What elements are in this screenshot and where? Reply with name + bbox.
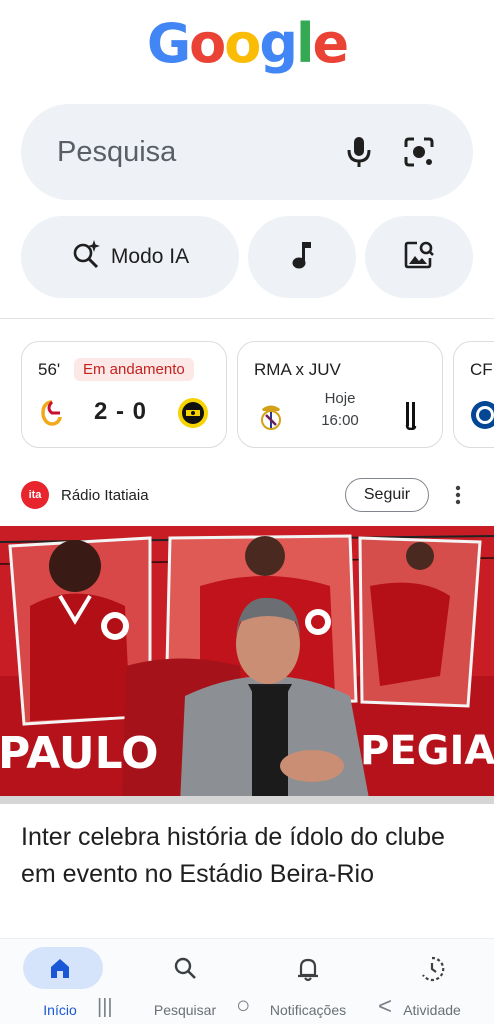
song-search-button[interactable] xyxy=(248,216,356,298)
score-card-partial[interactable]: CF xyxy=(453,341,494,448)
activity-icon xyxy=(372,956,492,982)
match-time: 16:00 xyxy=(321,412,359,429)
live-status-badge: Em andamento xyxy=(74,358,194,381)
nav-label: Pesquisar xyxy=(153,1002,217,1018)
match-title: CF xyxy=(470,360,493,379)
image-search-button[interactable] xyxy=(365,216,473,298)
ai-mode-button[interactable]: Modo IA xyxy=(21,216,239,298)
section-divider xyxy=(0,318,494,319)
image-text-left: PAULO xyxy=(0,728,159,779)
ai-mode-label: Modo IA xyxy=(110,245,190,268)
sparkle-search-icon xyxy=(71,239,101,275)
match-day: Hoje xyxy=(324,390,356,407)
sports-scores-carousel[interactable]: 56' Em andamento 2 - 0 RMA x JUV Hoje 16… xyxy=(21,341,494,449)
galatasaray-crest-icon xyxy=(40,400,64,426)
search-icon xyxy=(125,956,245,982)
search-bar[interactable]: Pesquisa xyxy=(21,104,473,200)
news-image[interactable]: PAULO PEGIAN xyxy=(0,526,494,804)
news-source-row: ita Rádio Itatiaia Seguir xyxy=(21,478,473,512)
home-button[interactable]: ○ xyxy=(236,992,251,1020)
source-logo[interactable]: ita xyxy=(21,481,49,509)
match-minute: 56' xyxy=(38,360,61,379)
google-logo: Google xyxy=(0,12,494,75)
match-score: 2 - 0 xyxy=(94,398,148,425)
logo-letter: e xyxy=(312,12,350,75)
music-note-icon xyxy=(290,240,314,275)
image-text-right: PEGIAN xyxy=(360,728,494,774)
score-card-upcoming[interactable]: RMA x JUV Hoje 16:00 xyxy=(237,341,443,448)
bodo-glimt-crest-icon xyxy=(177,397,209,429)
source-name[interactable]: Rádio Itatiaia xyxy=(61,487,345,504)
nav-label: Notificações xyxy=(269,1002,347,1018)
real-madrid-crest-icon xyxy=(258,400,284,430)
bell-icon xyxy=(248,956,368,982)
follow-button[interactable]: Seguir xyxy=(345,478,429,512)
more-options-icon[interactable] xyxy=(443,485,473,505)
logo-letter: G xyxy=(146,12,191,75)
logo-letter: l xyxy=(296,12,314,75)
image-search-icon xyxy=(403,240,435,275)
news-headline[interactable]: Inter celebra história de ídolo do clube… xyxy=(21,819,473,893)
back-button[interactable]: < xyxy=(378,993,392,1021)
recents-button[interactable]: ||| xyxy=(97,996,113,1019)
chelsea-crest-icon xyxy=(470,400,494,435)
search-input[interactable]: Pesquisa xyxy=(57,136,317,169)
logo-letter: o xyxy=(224,12,261,75)
juventus-crest-icon xyxy=(402,400,424,431)
nav-item-pesquisar[interactable]: Pesquisar xyxy=(125,947,245,1019)
quick-actions-row: Modo IA xyxy=(21,216,473,298)
match-title: RMA x JUV xyxy=(254,360,341,379)
score-card-live[interactable]: 56' Em andamento 2 - 0 xyxy=(21,341,227,448)
logo-letter: o xyxy=(189,12,226,75)
nav-item-notificacoes[interactable]: Notificações xyxy=(248,947,368,1019)
lens-camera-icon[interactable] xyxy=(401,134,437,170)
logo-letter: g xyxy=(259,12,298,75)
microphone-icon[interactable] xyxy=(341,134,377,170)
home-icon xyxy=(0,956,120,982)
